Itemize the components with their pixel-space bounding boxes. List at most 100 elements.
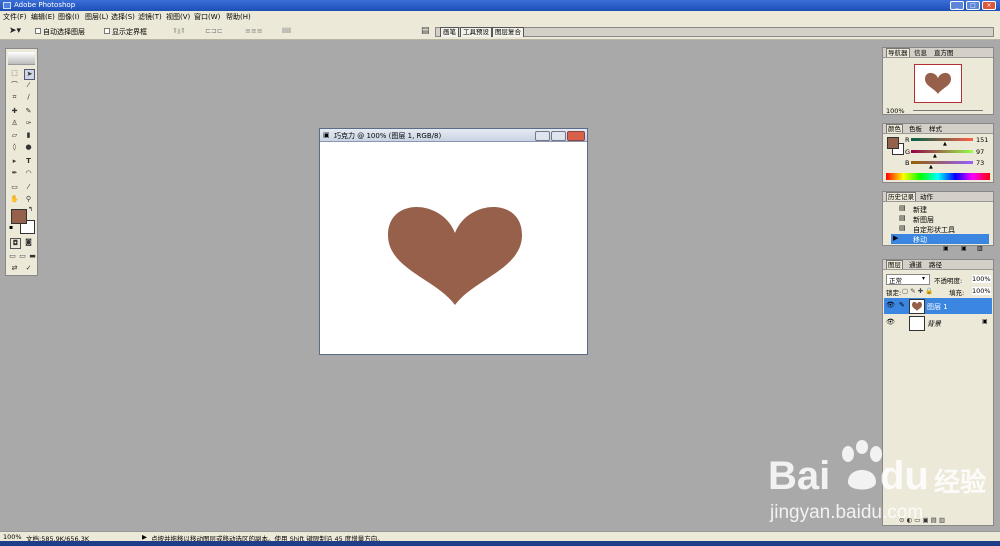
eye-icon[interactable]: 👁 <box>886 318 895 326</box>
eyedropper-tool-icon[interactable]: ⁄ <box>24 183 33 192</box>
path-selection-icon[interactable]: ▸ <box>10 157 19 166</box>
custom-shape-tool-icon[interactable]: ◠ <box>24 169 33 178</box>
b-slider-thumb-icon[interactable]: ▲ <box>929 164 933 170</box>
file-browser-icon[interactable]: ▤ <box>421 26 430 36</box>
status-arrow-icon[interactable]: ▶ <box>142 533 147 541</box>
healing-brush-icon[interactable]: ✚ <box>10 107 19 116</box>
distribute-left-icon[interactable]: ⦀⦀⦀ <box>282 27 291 36</box>
adobe-online-feather-icon[interactable] <box>8 52 35 65</box>
swap-colors-icon[interactable]: ↰ <box>28 206 33 213</box>
well-tab-tool-presets[interactable]: 工具预设 <box>460 27 492 37</box>
status-zoom[interactable]: 100% <box>3 533 22 541</box>
r-value[interactable]: 151 <box>976 136 988 144</box>
g-slider[interactable] <box>911 150 973 153</box>
align-left-icon[interactable]: ⊏⊐⊏ <box>205 27 223 35</box>
menu-edit[interactable]: 编辑(E) <box>31 12 55 22</box>
history-trash-icon[interactable]: ▥ <box>977 245 983 252</box>
fill-value[interactable]: 100% <box>972 287 991 295</box>
notes-tool-icon[interactable]: ▭ <box>10 183 19 192</box>
tab-info[interactable]: 信息 <box>913 49 928 57</box>
blend-mode-select[interactable]: 正常 ▾ <box>886 274 930 285</box>
tab-paths[interactable]: 路径 <box>928 261 943 269</box>
blur-tool-icon[interactable]: ◊ <box>10 143 19 152</box>
layer-row-background[interactable]: 👁 背景 ▣ <box>884 315 992 331</box>
gradient-tool-icon[interactable]: ▮ <box>24 131 33 140</box>
tab-swatches[interactable]: 色板 <box>908 125 923 133</box>
lock-icons[interactable]: ▢ ✎ ✚ 🔒 <box>902 287 933 295</box>
tab-channels[interactable]: 通道 <box>908 261 923 269</box>
screen-mode-menu-icon[interactable]: ▭ <box>18 252 27 261</box>
navigator-zoom-value[interactable]: 100% <box>886 107 905 115</box>
move-tool-icon[interactable]: ➤ <box>24 69 35 80</box>
marquee-tool-icon[interactable]: ⬚ <box>10 69 19 78</box>
image-canvas[interactable] <box>324 143 585 351</box>
minimize-button[interactable]: _ <box>950 1 964 10</box>
pen-tool-icon[interactable]: ✒ <box>10 169 19 178</box>
history-snapshot-button-icon[interactable]: ▣ <box>961 245 967 252</box>
eraser-tool-icon[interactable]: ▱ <box>10 131 19 140</box>
auto-select-layer-checkbox[interactable] <box>35 28 41 34</box>
heart-shape[interactable] <box>388 207 522 305</box>
imageready-icon[interactable]: ✓ <box>24 264 33 273</box>
lasso-tool-icon[interactable]: ⌒ <box>10 81 19 90</box>
close-button[interactable]: × <box>982 1 996 10</box>
magic-wand-tool-icon[interactable]: ⁄ <box>24 81 33 90</box>
doc-maximize-button[interactable] <box>551 131 566 141</box>
menu-window[interactable]: 窗口(W) <box>194 12 220 22</box>
doc-close-button[interactable] <box>567 131 585 141</box>
history-brush-icon[interactable]: ✑ <box>24 119 33 128</box>
screen-mode-standard-icon[interactable]: ▭ <box>8 252 17 261</box>
well-tab-layer-comps[interactable]: 图层复合 <box>492 27 524 37</box>
jump-to-imageready-icon[interactable]: ⇄ <box>10 264 19 273</box>
zoom-tool-icon[interactable]: ⚲ <box>24 195 33 204</box>
type-tool-icon[interactable]: T <box>24 157 33 166</box>
menu-filter[interactable]: 滤镜(T) <box>138 12 162 22</box>
tab-history[interactable]: 历史记录 <box>886 192 916 201</box>
screen-mode-full-icon[interactable]: ▬ <box>28 252 37 261</box>
g-slider-thumb-icon[interactable]: ▲ <box>933 153 937 159</box>
align-top-icon[interactable]: ⫪⫫⫪ <box>173 27 185 36</box>
tab-actions[interactable]: 动作 <box>919 193 934 201</box>
history-new-doc-icon[interactable]: ▣ <box>943 245 949 252</box>
quick-mask-icon[interactable]: ◙ <box>24 238 33 247</box>
layer-row-layer1[interactable]: 👁 ✎ 图层 1 <box>884 298 992 314</box>
tab-navigator[interactable]: 导航器 <box>886 48 910 57</box>
menu-image[interactable]: 图像(I) <box>58 12 80 22</box>
standard-mode-icon[interactable]: ◘ <box>10 238 21 249</box>
menu-view[interactable]: 视图(V) <box>166 12 190 22</box>
color-fg-swatch[interactable] <box>887 137 899 149</box>
well-tab-brushes[interactable]: 画笔 <box>440 27 459 37</box>
maximize-button[interactable]: □ <box>966 1 980 10</box>
history-item-selected[interactable]: ▶ 移动 <box>891 234 989 244</box>
clone-stamp-icon[interactable]: ♙ <box>10 119 19 128</box>
doc-minimize-button[interactable] <box>535 131 550 141</box>
menu-select[interactable]: 选择(S) <box>111 12 135 22</box>
tab-styles[interactable]: 样式 <box>928 125 943 133</box>
history-item[interactable]: ▤ 自定形状工具 <box>887 224 987 234</box>
r-slider[interactable] <box>911 138 973 141</box>
navigator-thumbnail[interactable] <box>914 64 962 103</box>
b-value[interactable]: 73 <box>976 159 984 167</box>
slice-tool-icon[interactable]: ∕ <box>24 93 33 102</box>
g-value[interactable]: 97 <box>976 148 984 156</box>
color-spectrum-bar[interactable] <box>886 173 990 180</box>
distribute-top-icon[interactable]: ≡≡≡ <box>245 27 263 35</box>
move-tool-preset-icon[interactable]: ➤▾ <box>9 26 21 36</box>
brush-tool-icon[interactable]: ✎ <box>24 107 33 116</box>
menu-file[interactable]: 文件(F) <box>3 12 27 22</box>
r-slider-thumb-icon[interactable]: ▲ <box>943 141 947 147</box>
brush-link-icon[interactable]: ✎ <box>899 301 905 309</box>
tab-layers[interactable]: 图层 <box>886 260 903 269</box>
menu-help[interactable]: 帮助(H) <box>226 12 251 22</box>
history-item[interactable]: ▤ 新建 <box>887 204 987 214</box>
hand-tool-icon[interactable]: ✋ <box>10 195 19 204</box>
default-colors-icon[interactable]: ▪ <box>9 224 13 231</box>
dodge-tool-icon[interactable]: ● <box>24 143 33 152</box>
opacity-value[interactable]: 100% <box>972 275 991 283</box>
tab-histogram[interactable]: 直方图 <box>933 49 955 57</box>
navigator-zoom-slider[interactable] <box>913 110 983 111</box>
show-bounding-box-checkbox[interactable] <box>104 28 110 34</box>
crop-tool-icon[interactable]: ⌗ <box>10 93 19 102</box>
eye-icon[interactable]: 👁 <box>886 301 895 309</box>
menu-layer[interactable]: 图层(L) <box>85 12 108 22</box>
